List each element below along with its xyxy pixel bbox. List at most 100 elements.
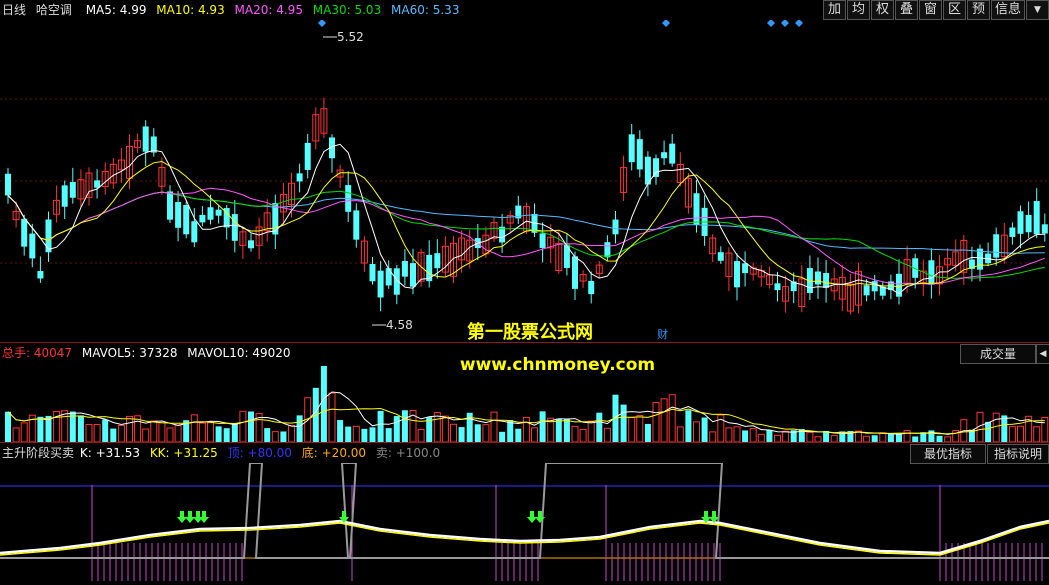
stock-name: 哈空调 [35,3,72,17]
toolbar-rights-button[interactable]: 权 [871,0,894,20]
indicator-help-button[interactable]: 指标说明 [987,444,1049,464]
candlestick [919,259,927,297]
candle-body [928,260,935,285]
toolbar-overlay-button[interactable]: 叠 [895,0,918,20]
candle-body [588,280,595,295]
indicator-bottom-value: 底: +20.00 [301,446,367,460]
finance-marker[interactable]: 财 [657,327,668,341]
toolbar-add-button[interactable]: 加 [823,0,846,20]
candlestick [749,262,757,281]
candle-body [215,209,222,216]
candlestick [757,264,765,287]
indicator-chart[interactable] [0,463,1049,585]
toolbar-forecast-button[interactable]: 预 [967,0,990,20]
volume-bar [433,412,441,442]
candlestick [855,262,862,314]
main-header: 日线 哈空调 MA5: 4.99 MA10: 4.93 MA20: 4.95 M… [0,0,465,20]
candlestick [53,185,61,223]
candlestick [167,185,173,223]
volume-bar [903,429,911,442]
volume-bar [1008,426,1016,442]
candlestick [69,167,76,204]
volume-bar [871,435,878,442]
candlestick [183,201,190,239]
toolbar-range-button[interactable]: 区 [943,0,966,20]
indicator-header: 主升阶段买卖 K: +31.53 KK: +31.25 顶: +80.00 底:… [0,443,446,463]
candlestick [134,133,142,153]
candlestick [255,217,263,260]
indicator-sell-value: 卖: +100.0 [375,446,441,460]
optimize-indicator-button[interactable]: 最优指标 [910,444,986,464]
volume-bar [749,428,757,442]
candle-body [823,273,830,288]
volume-bar [158,422,166,442]
volume-bar [709,431,717,442]
volume-bar [110,428,117,442]
price-chart[interactable]: 5.52 4.58 财 [0,20,1049,342]
volume-bar [352,425,360,442]
volume-chart[interactable] [0,362,1049,442]
candle-body [539,233,546,248]
toolbar-dropdown-button[interactable]: ▼ [1026,0,1049,20]
candlestick [353,203,360,248]
event-diamond-icon[interactable] [795,20,803,27]
volume-panel-arrow-button[interactable]: ◀ [1036,344,1049,364]
candlestick [248,233,254,252]
candle-body [377,270,384,298]
volume-bar [61,410,69,442]
candle-body [296,173,303,182]
candlestick [482,226,490,258]
low-price-label: 4.58 [386,318,413,332]
volume-bar [555,418,562,442]
candle-body [871,281,878,292]
volume-bar [806,431,814,442]
volume-bar [150,420,158,442]
volume-bar [757,433,765,442]
candlestick [12,201,20,228]
event-diamond-icon[interactable] [318,20,326,27]
candlestick [329,134,335,173]
indicator-name[interactable]: 主升阶段买卖 [2,446,74,460]
candle-body [183,205,190,235]
candlestick [717,246,724,264]
candle-body [661,152,668,159]
event-diamond-icon[interactable] [767,20,775,27]
candlestick [684,172,692,214]
candle-body [572,256,578,289]
toolbar-window-button[interactable]: 窗 [919,0,942,20]
volume-bar [231,422,238,442]
candlestick [345,171,352,223]
candlestick [653,154,659,185]
candle-body [1017,211,1024,234]
candle-body [69,181,76,198]
candle-body [636,139,643,170]
volume-bar [369,427,376,442]
candlestick [871,274,878,301]
candlestick [644,151,651,197]
volume-bar [166,427,174,442]
candlestick [531,203,538,237]
candlestick [320,97,328,139]
candlestick [450,236,457,284]
candlestick [150,128,157,157]
price-gridlines [0,98,1049,264]
volume-bar [652,401,660,442]
period-label[interactable]: 日线 [2,3,26,17]
candlestick [742,251,749,287]
volume-bar [725,427,733,442]
candlestick [823,260,830,303]
volume-indicator-button[interactable]: 成交量 [960,344,1036,364]
toolbar-info-button[interactable]: 信息 [991,0,1025,20]
candlestick [1017,205,1024,249]
volume-bar [896,433,902,442]
volume-bar [393,416,400,442]
toolbar-average-button[interactable]: 均 [847,0,870,20]
volume-bar [879,432,887,442]
event-diamond-icon[interactable] [781,20,789,27]
volume-bar [774,434,781,442]
event-markers [318,20,803,27]
candle-body [199,214,206,223]
volume-bar [563,418,570,442]
volume-bar [1017,425,1024,442]
event-diamond-icon[interactable] [662,20,670,27]
